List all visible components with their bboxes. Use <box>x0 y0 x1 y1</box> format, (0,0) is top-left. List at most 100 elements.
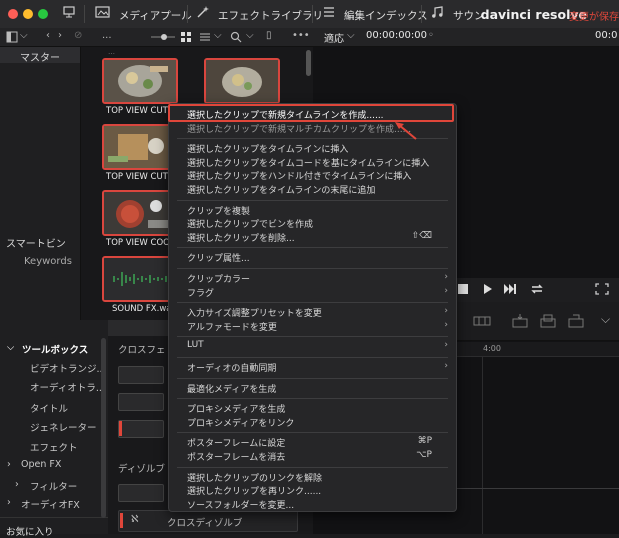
context-menu-item[interactable]: フラグ <box>187 286 214 299</box>
thumbnail-view-icon[interactable] <box>180 31 192 43</box>
submenu-chevron-icon: › <box>444 340 448 351</box>
sort-icon[interactable]: ⌵ <box>214 30 222 41</box>
zoom-slider-icon[interactable] <box>150 32 176 42</box>
master-bin[interactable]: マスター <box>0 47 80 64</box>
transition-item[interactable] <box>118 484 164 502</box>
list-view-icon[interactable] <box>199 31 211 43</box>
chevron-right-icon[interactable]: › <box>15 479 19 490</box>
transition-item[interactable] <box>118 366 164 384</box>
more-tools-chevron-icon[interactable]: ⌵ <box>601 312 610 327</box>
context-menu-item[interactable]: 入力サイズ調整プリセットを変更 <box>187 306 322 319</box>
toolbox-item-generators[interactable]: ジェネレーター <box>30 420 97 434</box>
panel-toggle-icon[interactable] <box>6 31 18 43</box>
magic-wand-icon[interactable] <box>196 5 210 19</box>
context-menu-item[interactable]: 選択したクリップのリンクを解除 <box>187 471 322 484</box>
more-options-button[interactable]: ••• <box>292 30 310 41</box>
toolbox-item-audio-fx[interactable]: オーディオFX <box>21 497 80 511</box>
monitor-icon[interactable] <box>62 5 76 19</box>
clip-thumbnail[interactable] <box>102 124 178 170</box>
chevron-right-icon[interactable]: › <box>7 459 11 470</box>
context-menu: 選択したクリップで新規タイムラインを作成...... 選択したクリップで新規マルチ… <box>168 103 457 512</box>
tab-effects-library[interactable]: エフェクトライブラリ <box>218 8 323 23</box>
smart-bin-keywords[interactable]: Keywords <box>24 256 72 267</box>
annotation-arrow <box>392 120 420 142</box>
toolbox-expanded-icon[interactable]: ⌵ <box>7 342 14 353</box>
favorites-header[interactable]: お気に入り <box>6 524 54 538</box>
chevron-right-icon[interactable]: › <box>7 497 11 508</box>
overwrite-clip-icon[interactable] <box>539 313 557 329</box>
chevron-down-icon[interactable]: ⌵ <box>20 30 28 41</box>
replace-clip-icon[interactable] <box>567 313 585 329</box>
context-menu-item[interactable]: 選択したクリップをタイムラインの末尾に追加 <box>187 183 375 196</box>
context-menu-item[interactable]: 選択したクリップで新規マルチカムクリップを作成...... <box>187 122 411 135</box>
context-menu-item[interactable]: プロキシメディアを生成 <box>187 402 285 415</box>
toolbox-item-video-transitions[interactable]: ビデオトランジ... <box>30 361 106 375</box>
context-menu-item[interactable]: 選択したクリップをハンドル付きでタイムラインに挿入 <box>187 169 411 182</box>
toolbox-scrollbar[interactable] <box>101 338 106 518</box>
music-note-icon[interactable] <box>430 5 444 19</box>
close-window-button[interactable] <box>8 9 18 19</box>
cross-dissolve-item[interactable]: ℵ クロスディゾルブ <box>118 510 298 532</box>
stop-button[interactable] <box>458 284 468 294</box>
context-menu-item[interactable]: クリップ属性... <box>187 251 250 264</box>
context-menu-item[interactable]: クリップを複製 <box>187 204 250 217</box>
context-menu-item[interactable]: 選択したクリップを削除... <box>187 231 295 244</box>
loop-icon[interactable] <box>529 282 545 296</box>
toolbox-header[interactable]: ツールボックス <box>22 342 88 356</box>
timeline-ruler[interactable]: 4:00 <box>455 342 619 357</box>
fullscreen-icon[interactable] <box>595 283 609 295</box>
tab-media-pool[interactable]: メディアプール <box>119 8 192 23</box>
fit-dropdown-chevron-icon[interactable]: ⌵ <box>347 30 355 41</box>
clip-thumbnail[interactable] <box>204 58 280 104</box>
context-menu-item[interactable]: ポスターフレームに設定 <box>187 436 285 449</box>
context-menu-item[interactable]: プロキシメディアをリンク <box>187 416 294 429</box>
toolbox-item-effects[interactable]: エフェクト <box>30 440 78 454</box>
maximize-window-button[interactable] <box>38 9 48 19</box>
toolbox-item-open-fx[interactable]: Open FX <box>21 459 61 470</box>
forward-icon[interactable]: › <box>58 30 62 41</box>
search-icon[interactable] <box>230 31 242 43</box>
context-menu-item[interactable]: ソースフォルダーを変更... <box>187 498 294 511</box>
context-menu-item[interactable]: 選択したクリップでビンを作成 <box>187 217 313 230</box>
context-menu-item[interactable]: クリップカラー <box>187 272 250 285</box>
tab-edit-index[interactable]: 編集インデックス <box>344 8 428 23</box>
sidebar-icon[interactable]: ▯ <box>266 30 272 41</box>
media-pool-icon[interactable] <box>95 5 110 19</box>
menu-separator <box>177 357 448 358</box>
play-button[interactable] <box>483 283 493 295</box>
menu-shortcut: ⇧⌫ <box>411 230 432 241</box>
transition-item[interactable] <box>118 393 164 411</box>
submenu-chevron-icon: › <box>444 272 448 282</box>
insert-clip-icon[interactable] <box>511 313 529 329</box>
context-menu-item[interactable]: 選択したクリップを再リンク...... <box>187 484 321 497</box>
context-menu-item[interactable]: 選択したクリップをタイムラインに挿入 <box>187 142 348 155</box>
transition-item[interactable] <box>118 420 164 438</box>
menu-separator <box>177 336 448 338</box>
list-icon[interactable] <box>322 5 336 19</box>
context-menu-item[interactable]: LUT <box>187 340 204 350</box>
context-menu-item[interactable]: 最適化メディアを生成 <box>187 382 276 395</box>
context-menu-item[interactable]: オーディオの自動同期 <box>187 361 276 374</box>
minimize-window-button[interactable] <box>23 9 33 19</box>
divider <box>312 5 313 23</box>
toolbox-item-titles[interactable]: タイトル <box>30 401 68 415</box>
timecode-display: 00:00:00:00 <box>366 30 428 41</box>
toolbox-item-filters[interactable]: フィルター <box>30 479 77 493</box>
toolbox-item-audio-transitions[interactable]: オーディオトラ... <box>30 380 105 394</box>
link-icon[interactable]: ⊘ <box>74 30 82 41</box>
context-menu-item[interactable]: ポスターフレームを消去 <box>187 450 285 463</box>
timecode-dropdown-icon[interactable]: ◦ <box>428 30 434 41</box>
search-dropdown-icon[interactable]: ⌵ <box>246 30 254 41</box>
divider <box>421 5 422 23</box>
context-menu-item[interactable]: 選択したクリップをタイムコードを基にタイムラインに挿入 <box>187 156 429 169</box>
clip-thumbnail[interactable] <box>102 190 178 236</box>
media-scrollbar[interactable] <box>306 50 311 76</box>
bin-list-panel <box>0 47 81 320</box>
fit-dropdown[interactable]: 適応 <box>324 30 344 45</box>
audio-clip-thumbnail[interactable] <box>102 256 178 302</box>
back-icon[interactable]: ‹ <box>46 30 50 41</box>
trim-tool-icon[interactable] <box>473 314 491 328</box>
context-menu-item[interactable]: アルファモードを変更 <box>187 320 277 333</box>
next-clip-button[interactable] <box>503 283 517 295</box>
clip-thumbnail[interactable] <box>102 58 178 104</box>
